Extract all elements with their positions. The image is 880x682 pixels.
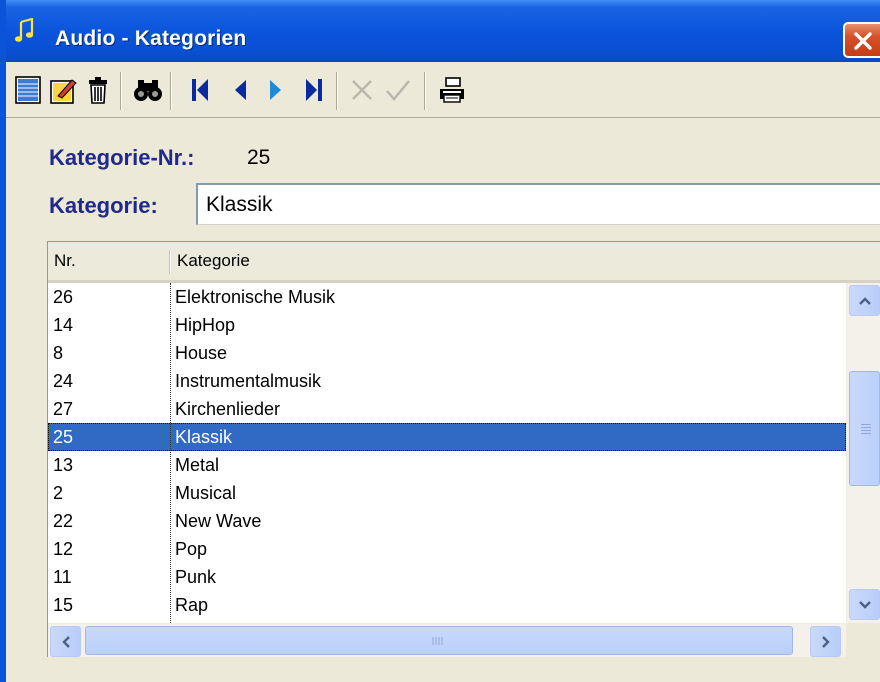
scroll-thumb[interactable] [849, 371, 880, 486]
cell-nr: 12 [53, 539, 74, 559]
edit-record-icon [50, 79, 77, 104]
cell-nr: 15 [53, 595, 74, 615]
cell-kategorie: Elektronische Musik [175, 287, 336, 307]
cell-kategorie: HipHop [175, 315, 236, 335]
cell-nr: 22 [53, 511, 74, 531]
previous-record-icon [235, 80, 246, 100]
horizontal-scrollbar[interactable] [48, 623, 846, 657]
table-row[interactable]: 15 Rap [48, 591, 846, 619]
new-record-icon [15, 76, 41, 104]
table-row[interactable]: 12 Pop [48, 535, 846, 563]
close-button[interactable] [843, 22, 880, 58]
confirm-button[interactable] [382, 74, 414, 106]
kategorie-nr-label: Kategorie-Nr.: [49, 145, 195, 170]
title-bar[interactable]: Audio - Kategorien [0, 0, 880, 62]
toolbar [6, 62, 880, 118]
horizontal-scroll-thumb[interactable] [85, 626, 793, 655]
cell-nr: 2 [53, 483, 64, 503]
cell-kategorie: Klassik [175, 427, 233, 447]
cell-nr: 14 [53, 315, 74, 335]
chevron-down-icon [858, 600, 871, 609]
category-grid[interactable]: Nr. Kategorie 26 Elektronische Musik 14 Hip… [47, 241, 880, 657]
grip-line [861, 433, 871, 434]
delete-button[interactable] [82, 74, 114, 106]
cell-kategorie: Instrumentalmusik [175, 371, 322, 391]
cell-nr: 13 [53, 455, 74, 475]
grid-rows: 26 Elektronische Musik 14 HipHop 8 House 24 Ins… [48, 283, 846, 623]
cancel-button[interactable] [346, 74, 378, 106]
table-row[interactable]: 13 Metal [48, 451, 846, 479]
table-row[interactable]: 26 Elektronische Musik [48, 283, 846, 311]
kategorie-label: Kategorie: [49, 193, 158, 218]
cell-kategorie: House [175, 343, 228, 363]
toolbar-separator [170, 72, 172, 110]
toolbar-separator [120, 72, 122, 110]
print-button[interactable] [436, 74, 468, 106]
music-note-icon [14, 17, 36, 44]
column-header-kategorie[interactable]: Kategorie [171, 242, 871, 280]
last-record-button[interactable] [298, 74, 330, 106]
last-record-icon [306, 79, 322, 101]
toolbar-separator [336, 72, 338, 110]
new-record-button[interactable] [12, 74, 44, 106]
delete-icon [89, 77, 107, 104]
table-row[interactable]: 22 New Wave [48, 507, 846, 535]
cell-kategorie: Musical [175, 483, 237, 503]
table-row[interactable]: 14 HipHop [48, 311, 846, 339]
column-header-nr[interactable]: Nr. [48, 242, 169, 280]
scroll-left-button[interactable] [50, 626, 81, 657]
cell-kategorie: Kirchenlieder [175, 399, 281, 419]
table-row[interactable]: 24 Instrumentalmusik [48, 367, 846, 395]
vertical-scrollbar[interactable] [846, 283, 880, 625]
scroll-up-button[interactable] [849, 285, 880, 316]
chevron-left-icon [61, 635, 70, 648]
search-button[interactable] [132, 74, 164, 106]
next-record-icon [270, 80, 281, 100]
grip-line [861, 427, 871, 428]
previous-record-button[interactable] [224, 74, 256, 106]
column-gridline [170, 283, 171, 623]
scrollbar-corner [846, 623, 880, 657]
chevron-up-icon [858, 296, 871, 305]
cell-nr: 11 [53, 567, 72, 587]
cell-kategorie: Metal [175, 455, 220, 475]
search-icon [134, 80, 162, 101]
edit-record-button[interactable] [48, 74, 80, 106]
table-row[interactable]: 2 Musical [48, 479, 846, 507]
grip-icon [432, 637, 443, 645]
cancel-icon [352, 80, 372, 100]
cell-nr: 27 [53, 399, 74, 419]
cell-kategorie: New Wave [175, 511, 262, 531]
table-row[interactable]: 27 Kirchenlieder [48, 395, 846, 423]
cell-kategorie: Punk [175, 567, 217, 587]
grip-line [861, 424, 871, 425]
chevron-right-icon [821, 635, 830, 648]
close-icon [854, 32, 872, 50]
kategorie-nr-value: 25 [247, 146, 271, 169]
cell-nr: 24 [53, 371, 74, 391]
cell-kategorie: Pop [175, 539, 208, 559]
scroll-right-button[interactable] [810, 626, 841, 657]
cell-nr: 26 [53, 287, 74, 307]
first-record-button[interactable] [184, 74, 216, 106]
cell-kategorie: Rap [175, 595, 209, 615]
grip-line [861, 430, 871, 431]
table-row[interactable]: 8 House [48, 339, 846, 367]
cell-nr: 25 [53, 427, 74, 447]
print-icon [440, 77, 464, 103]
toolbar-separator [424, 72, 426, 110]
kategorie-input[interactable] [196, 183, 880, 225]
grid-header: Nr. Kategorie [48, 242, 880, 283]
next-record-button[interactable] [260, 74, 292, 106]
window: Audio - Kategorien Kategorie-Nr.: 25 Kat… [0, 0, 880, 682]
table-row[interactable]: 25 Klassik [48, 423, 846, 451]
window-title: Audio - Kategorien [55, 27, 247, 50]
table-row[interactable]: 11 Punk [48, 563, 846, 591]
scroll-down-button[interactable] [849, 589, 880, 620]
first-record-icon [192, 79, 208, 101]
cell-nr: 8 [53, 343, 64, 363]
confirm-icon [386, 80, 410, 101]
